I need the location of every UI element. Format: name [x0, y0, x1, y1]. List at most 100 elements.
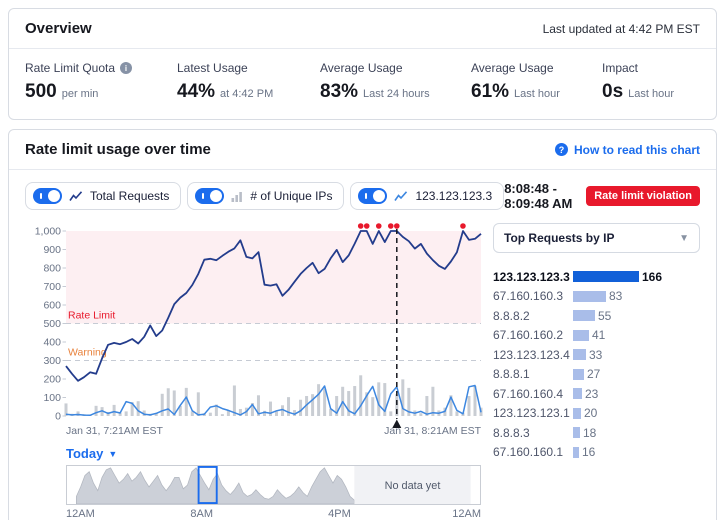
- stat-value: 83%: [320, 81, 358, 103]
- usage-chart[interactable]: 01002003004005006007008009001,000Rate Li…: [25, 217, 485, 439]
- ip-count: 16: [582, 445, 595, 459]
- toggle-switch[interactable]: [358, 188, 387, 204]
- unique-ips-bar: [275, 411, 278, 416]
- unique-ips-bar: [389, 411, 392, 416]
- minimap: No data yet 12AM8AM4PM12AM: [66, 465, 481, 520]
- top-requests-dropdown[interactable]: Top Requests by IP ▼: [493, 223, 700, 253]
- violation-dot: [358, 223, 364, 229]
- toggle-switch[interactable]: [195, 188, 224, 204]
- stat-label: Average Usage: [471, 61, 602, 75]
- unique-ips-bar: [311, 394, 314, 416]
- stat-value: 44%: [177, 81, 215, 103]
- minimap-axis-labels: 12AM8AM4PM12AM: [66, 508, 481, 520]
- ip-row[interactable]: 67.160.160.2 41: [493, 326, 700, 346]
- minimap-area: [76, 468, 354, 504]
- violation-dot: [460, 223, 466, 229]
- toggle-chip-total-requests[interactable]: Total Requests: [25, 182, 181, 210]
- ip-count: 55: [598, 309, 611, 323]
- stat-impact: Impact 0s Last hour: [602, 61, 674, 103]
- toggle-label: # of Unique IPs: [250, 189, 332, 203]
- stat-label: Average Usage: [320, 61, 471, 75]
- unique-ips-bar: [95, 406, 98, 416]
- ip-row[interactable]: 8.8.8.318: [493, 423, 700, 443]
- stat-rate-limit-quota: Rate Limit Quota i 500 per min: [25, 61, 177, 103]
- y-axis-tick: 900: [43, 244, 61, 256]
- rate-limit-label: Rate Limit: [68, 310, 115, 322]
- ip-count: 33: [589, 348, 602, 362]
- unique-ips-bar: [317, 384, 320, 416]
- timeframe-label: Today: [66, 446, 103, 461]
- stat-label: Impact: [602, 61, 674, 75]
- ip-address: 67.160.160.3: [493, 289, 573, 303]
- unique-ips-bar: [299, 400, 302, 416]
- overview-title: Overview: [25, 20, 92, 37]
- unique-ips-bar: [167, 388, 170, 416]
- usage-body: 01002003004005006007008009001,000Rate Li…: [9, 217, 716, 520]
- stat-suffix: Last 24 hours: [363, 88, 430, 100]
- overview-header: Overview Last updated at 4:42 PM EST: [9, 9, 716, 49]
- minimap-chart[interactable]: No data yet: [66, 465, 481, 505]
- timeframe-dropdown[interactable]: Today ▼: [66, 446, 485, 461]
- ip-address: 123.123.123.1: [493, 406, 573, 420]
- unique-ips-bar: [371, 397, 374, 416]
- stat-value: 61%: [471, 81, 509, 103]
- toggle-chip-ip-123[interactable]: 123.123.123.3: [350, 182, 504, 210]
- unique-ips-bar: [419, 413, 422, 416]
- ip-request-bar: [573, 408, 581, 419]
- ip-row[interactable]: 8.8.8.255: [493, 306, 700, 326]
- ip-row[interactable]: 123.123.123.120: [493, 404, 700, 424]
- info-icon[interactable]: i: [120, 62, 132, 74]
- ip-address: 67.160.160.2: [493, 328, 573, 342]
- ip-address: 8.8.8.1: [493, 367, 573, 381]
- series-controls: Total Requests # of Unique IPs: [9, 170, 716, 217]
- ip-request-bar: [573, 427, 580, 438]
- ip-row[interactable]: 67.160.160.1 16: [493, 443, 700, 463]
- ip-row[interactable]: 67.160.160.383: [493, 287, 700, 307]
- unique-ips-bar: [377, 382, 380, 416]
- ip-count: 166: [642, 270, 662, 284]
- unique-ips-bar: [209, 413, 212, 416]
- ip-address: 123.123.123.3: [493, 270, 573, 284]
- y-axis-tick: 200: [43, 374, 61, 386]
- dropdown-label: Top Requests by IP: [504, 231, 614, 245]
- unique-ips-bar: [359, 375, 362, 416]
- how-to-read-link[interactable]: ? How to read this chart: [555, 143, 700, 157]
- stat-value: 0s: [602, 81, 623, 103]
- ip-row[interactable]: 123.123.123.3 166: [493, 267, 700, 287]
- ip-count: 27: [587, 367, 600, 381]
- ip-count: 23: [585, 387, 598, 401]
- toggle-chip-unique-ips[interactable]: # of Unique IPs: [187, 182, 344, 210]
- violation-dot: [364, 223, 370, 229]
- toggle-switch[interactable]: [33, 188, 62, 204]
- ip-request-bar: [573, 349, 586, 360]
- toggle-label: 123.123.123.3: [415, 189, 492, 203]
- stat-average-usage-1h: Average Usage 61% Last hour: [471, 61, 602, 103]
- ip-request-bar: [573, 330, 589, 341]
- y-axis-tick: 100: [43, 392, 61, 404]
- ip-row[interactable]: 8.8.8.1 27: [493, 365, 700, 385]
- last-updated: Last updated at 4:42 PM EST: [543, 22, 700, 36]
- unique-ips-bar: [455, 411, 458, 416]
- dashboard: Overview Last updated at 4:42 PM EST Rat…: [0, 0, 725, 520]
- stat-suffix: Last hour: [628, 88, 674, 100]
- unique-ips-bar: [401, 379, 404, 416]
- ip-list: 123.123.123.316667.160.160.3838.8.8.2556…: [493, 267, 700, 462]
- stat-average-usage-24h: Average Usage 83% Last 24 hours: [320, 61, 471, 103]
- help-icon: ?: [555, 143, 568, 156]
- ip-count: 41: [592, 328, 605, 342]
- overview-card: Overview Last updated at 4:42 PM EST Rat…: [8, 8, 717, 120]
- ip-request-bar: [573, 447, 579, 458]
- selection-time-range: 8:08:48 - 8:09:48 AM: [504, 181, 574, 211]
- ip-row[interactable]: 67.160.160.423: [493, 384, 700, 404]
- y-axis-tick: 600: [43, 300, 61, 312]
- stat-suffix: Last hour: [514, 88, 560, 100]
- violation-dot: [376, 223, 382, 229]
- chevron-down-icon: ▼: [108, 449, 117, 459]
- unique-ips-bar: [161, 394, 164, 416]
- ip-request-bar: [573, 271, 639, 282]
- y-axis-tick: 300: [43, 355, 61, 367]
- y-axis-tick: 400: [43, 337, 61, 349]
- ip-row[interactable]: 123.123.123.433: [493, 345, 700, 365]
- ip-address: 67.160.160.1: [493, 445, 573, 459]
- minimap-tick-label: 12AM: [452, 508, 481, 520]
